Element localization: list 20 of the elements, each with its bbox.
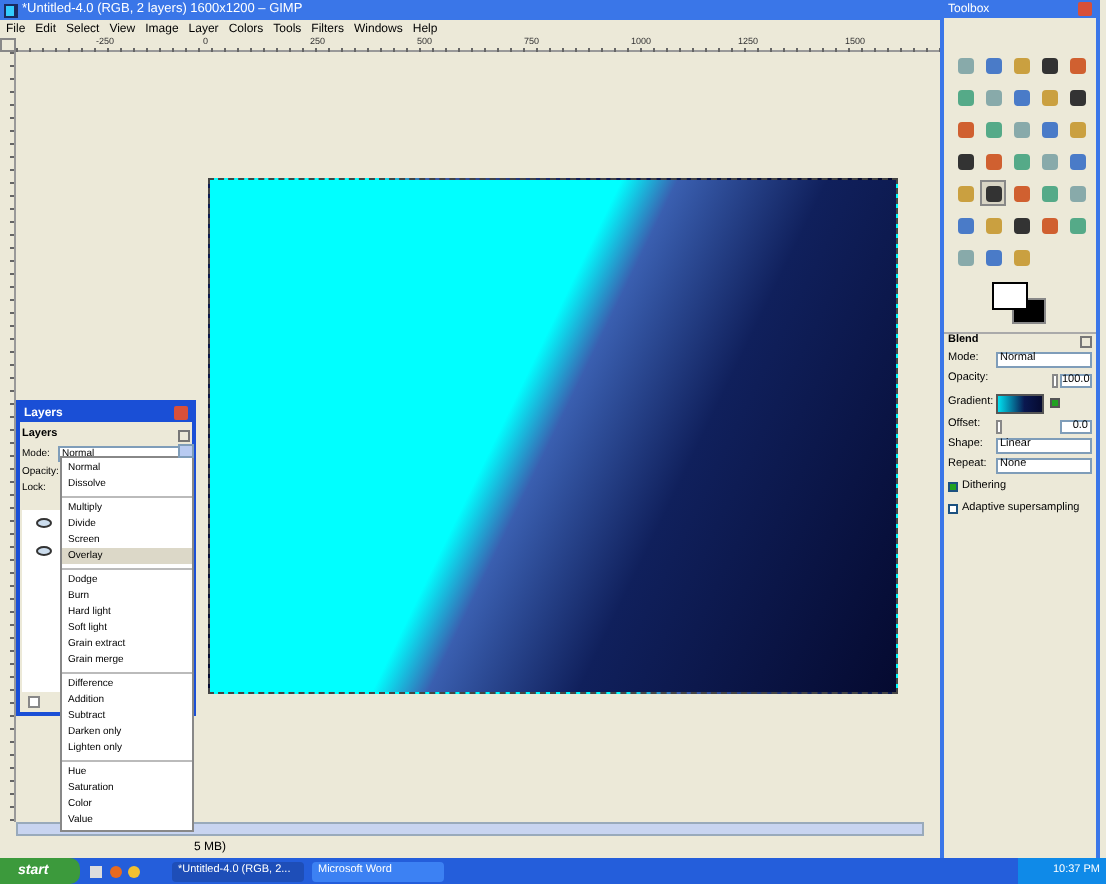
menu-button[interactable]	[1080, 336, 1092, 348]
tool-button[interactable]	[1065, 84, 1092, 110]
eye-icon[interactable]	[36, 518, 52, 528]
checkbox[interactable]	[948, 482, 958, 492]
dropdown-arrow-button[interactable]	[178, 444, 194, 458]
menu-button[interactable]	[178, 430, 190, 442]
slider-thumb[interactable]	[996, 419, 1002, 433]
slider-thumb[interactable]	[1052, 373, 1058, 387]
tool-button[interactable]	[1037, 52, 1064, 78]
reverse-checkbox[interactable]	[1050, 398, 1060, 408]
gradient-swatch[interactable]	[996, 393, 1044, 413]
tool-button[interactable]	[1008, 212, 1035, 238]
new-layer-button[interactable]	[28, 696, 40, 708]
eye-icon[interactable]	[36, 546, 52, 556]
app-icon	[4, 3, 18, 17]
color-swatches-drawing[interactable]	[992, 282, 1046, 324]
ruler-corner[interactable]	[0, 38, 16, 52]
checkbox[interactable]	[948, 504, 958, 514]
tool-button[interactable]	[952, 148, 978, 174]
tool-button[interactable]	[980, 180, 1007, 206]
